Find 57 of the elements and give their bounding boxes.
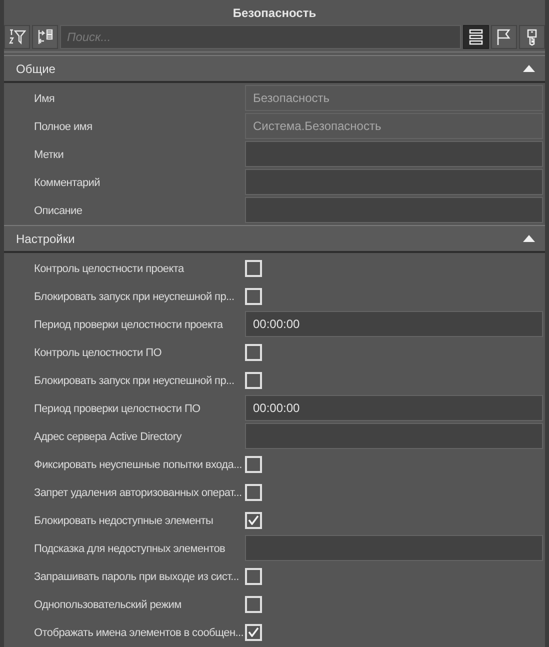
input-field[interactable]: 00:00:00 xyxy=(245,395,543,421)
input-field[interactable]: Система.Безопасность xyxy=(245,113,543,139)
property-label: Адрес сервера Active Directory xyxy=(34,431,182,443)
key-icon xyxy=(525,28,539,46)
key-view-button[interactable] xyxy=(519,25,545,49)
checkbox[interactable] xyxy=(245,344,262,360)
input-field[interactable]: 00:00:00 xyxy=(245,311,543,337)
list-view-icon xyxy=(468,28,484,46)
property-label: Период проверки целостности ПО xyxy=(34,403,200,415)
input-field[interactable] xyxy=(245,197,543,223)
property-label: Полное имя xyxy=(34,121,92,133)
checkbox[interactable] xyxy=(245,456,262,472)
section-header[interactable]: Настройки xyxy=(4,225,545,253)
property-label: Блокировать запуск при неуспешной пр... xyxy=(34,375,234,387)
input-field[interactable]: Безопасность xyxy=(245,85,543,111)
window-title: Безопасность xyxy=(232,4,316,22)
section-title: Общие xyxy=(16,60,56,78)
property-label: Отображать имена элементов в сообщен... xyxy=(34,627,244,639)
checkbox[interactable] xyxy=(245,596,262,612)
property-label: Блокировать запуск при неуспешной пр... xyxy=(34,291,234,303)
expand-collapse-button[interactable] xyxy=(32,25,58,49)
property-label: Описание xyxy=(34,205,82,217)
checkbox[interactable] xyxy=(245,512,262,528)
checkbox[interactable] xyxy=(245,372,262,388)
property-label: Комментарий xyxy=(34,177,100,189)
property-label: Запрашивать пароль при выходе из сист... xyxy=(34,571,239,583)
checkbox[interactable] xyxy=(245,568,262,584)
input-field[interactable] xyxy=(245,423,543,449)
property-label: Имя xyxy=(34,93,55,105)
property-label: Подсказка для недоступных элементов xyxy=(34,543,226,555)
collapse-arrow-icon[interactable] xyxy=(523,65,535,72)
flag-view-button[interactable] xyxy=(491,25,517,49)
sort-filter-button[interactable] xyxy=(4,25,30,49)
property-label: Контроль целостности проекта xyxy=(34,263,184,275)
input-field[interactable] xyxy=(245,535,543,561)
input-field[interactable] xyxy=(245,169,543,195)
property-label: Блокировать недоступные элементы xyxy=(34,515,214,527)
check-icon xyxy=(248,515,259,525)
property-label: Фиксировать неуспешные попытки входа... xyxy=(34,459,242,471)
expand-collapse-icon xyxy=(36,28,54,46)
list-view-button[interactable] xyxy=(463,25,489,49)
checkbox[interactable] xyxy=(245,288,262,304)
property-label: Контроль целостности ПО xyxy=(34,347,162,359)
input-field[interactable] xyxy=(245,141,543,167)
collapse-arrow-icon[interactable] xyxy=(523,235,535,242)
section-title: Настройки xyxy=(16,230,75,248)
property-label: Период проверки целостности проекта xyxy=(34,319,223,331)
section-header[interactable]: Общие xyxy=(4,55,545,83)
property-label: Метки xyxy=(34,149,64,161)
checkbox[interactable] xyxy=(245,624,262,640)
property-label: Однопользовательский режим xyxy=(34,599,182,611)
sort-filter-icon xyxy=(8,28,26,46)
check-icon xyxy=(248,627,259,637)
checkbox[interactable] xyxy=(245,484,262,500)
property-label: Запрет удаления авторизованных операт... xyxy=(34,487,242,499)
checkbox[interactable] xyxy=(245,260,262,276)
flag-icon xyxy=(495,28,513,46)
